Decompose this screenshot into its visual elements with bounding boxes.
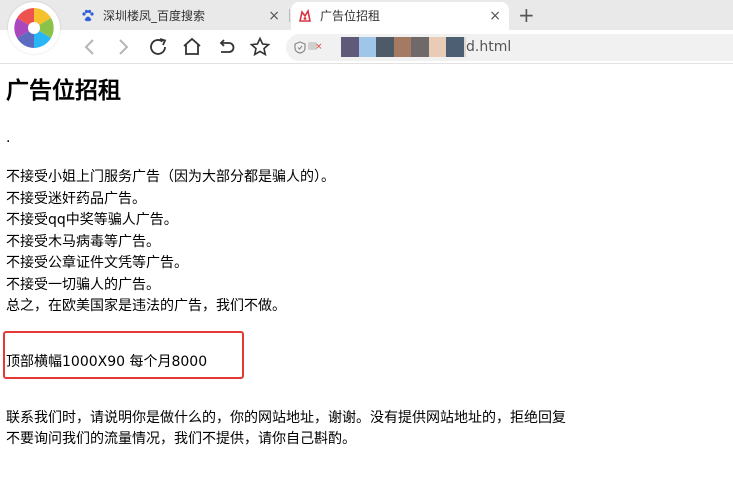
home-button[interactable] <box>180 35 204 59</box>
rule-item: 不接受迷奸药品广告。 <box>6 190 146 207</box>
browser-logo-icon[interactable] <box>8 2 60 54</box>
rule-item: 不接受木马病毒等广告。 <box>6 233 160 250</box>
navigation-bar: × d.html <box>0 30 733 64</box>
close-tab-icon[interactable]: × <box>489 2 501 30</box>
rule-item: 不接受一切骗人的广告。 <box>6 276 160 293</box>
pricing-offer: 顶部横幅1000X90 每个月8000 <box>6 354 208 370</box>
contact-line: 联系我们时，请说明你是做什么的，你的网站地址，谢谢。没有提供网站地址的，拒绝回复 <box>6 410 566 426</box>
rule-item: 总之，在欧美国家是违法的广告，我们不做。 <box>6 298 286 314</box>
new-tab-button[interactable]: + <box>518 2 535 28</box>
redacted-url-block <box>429 37 446 57</box>
reload-button[interactable] <box>146 35 170 59</box>
contact-line: 不要询问我们的流量情况，我们不提供，请你自己斟酌。 <box>6 431 356 447</box>
chevron-right-icon <box>119 39 129 55</box>
undo-close-button[interactable] <box>214 35 238 59</box>
redacted-url-block <box>411 37 429 57</box>
forward-button[interactable] <box>111 35 135 59</box>
undo-icon <box>219 39 235 53</box>
page-title: 广告位招租 <box>6 78 121 104</box>
browser-chrome: 深圳楼凤_百度搜索 × 广告位招租 × + × d.html <box>0 0 733 64</box>
star-icon <box>249 36 271 57</box>
contact-notes: 联系我们时，请说明你是做什么的，你的网站地址，谢谢。没有提供网站地址的，拒绝回复… <box>6 408 566 450</box>
redacted-url-block <box>394 37 411 57</box>
insecure-mark-icon: × <box>315 42 323 52</box>
tab-title: 深圳楼凤_百度搜索 <box>103 9 206 23</box>
tab-title: 广告位招租 <box>320 9 381 23</box>
tab-baidu-search[interactable]: 深圳楼凤_百度搜索 × <box>74 2 288 30</box>
tab-divider <box>289 9 290 22</box>
rule-item: 不接受公章证件文凭等广告。 <box>6 255 188 271</box>
tab-ad-rental[interactable]: 广告位招租 × <box>291 2 509 30</box>
home-icon <box>183 37 201 55</box>
tab-strip: 深圳楼凤_百度搜索 × 广告位招租 × + <box>0 0 733 30</box>
rule-item: 不接受小姐上门服务广告（因为大部分都是骗人的）。 <box>6 169 335 185</box>
rule-item: 不接受qq中奖等骗人广告。 <box>6 212 178 228</box>
dot-text: . <box>6 130 11 146</box>
site-favicon-icon <box>299 9 311 22</box>
toolbar-divider <box>0 63 733 64</box>
rules-list: 不接受小姐上门服务广告（因为大部分都是骗人的）。 不接受迷奸药品广告。 不接受q… <box>6 167 335 318</box>
redacted-url-block <box>376 37 394 57</box>
pinwheel-logo-icon <box>14 8 54 48</box>
shield-icon[interactable] <box>294 41 306 54</box>
refresh-icon <box>150 38 167 55</box>
chevron-left-icon <box>84 39 94 55</box>
baidu-paw-icon <box>82 9 94 22</box>
redacted-url-block <box>341 37 359 57</box>
redacted-url-block <box>446 37 464 57</box>
redacted-url-block <box>359 37 376 57</box>
address-bar[interactable]: × d.html <box>286 34 733 61</box>
back-button[interactable] <box>78 35 102 59</box>
close-tab-icon[interactable]: × <box>268 2 280 30</box>
url-text: d.html <box>466 39 512 55</box>
favorite-button[interactable] <box>248 35 272 59</box>
